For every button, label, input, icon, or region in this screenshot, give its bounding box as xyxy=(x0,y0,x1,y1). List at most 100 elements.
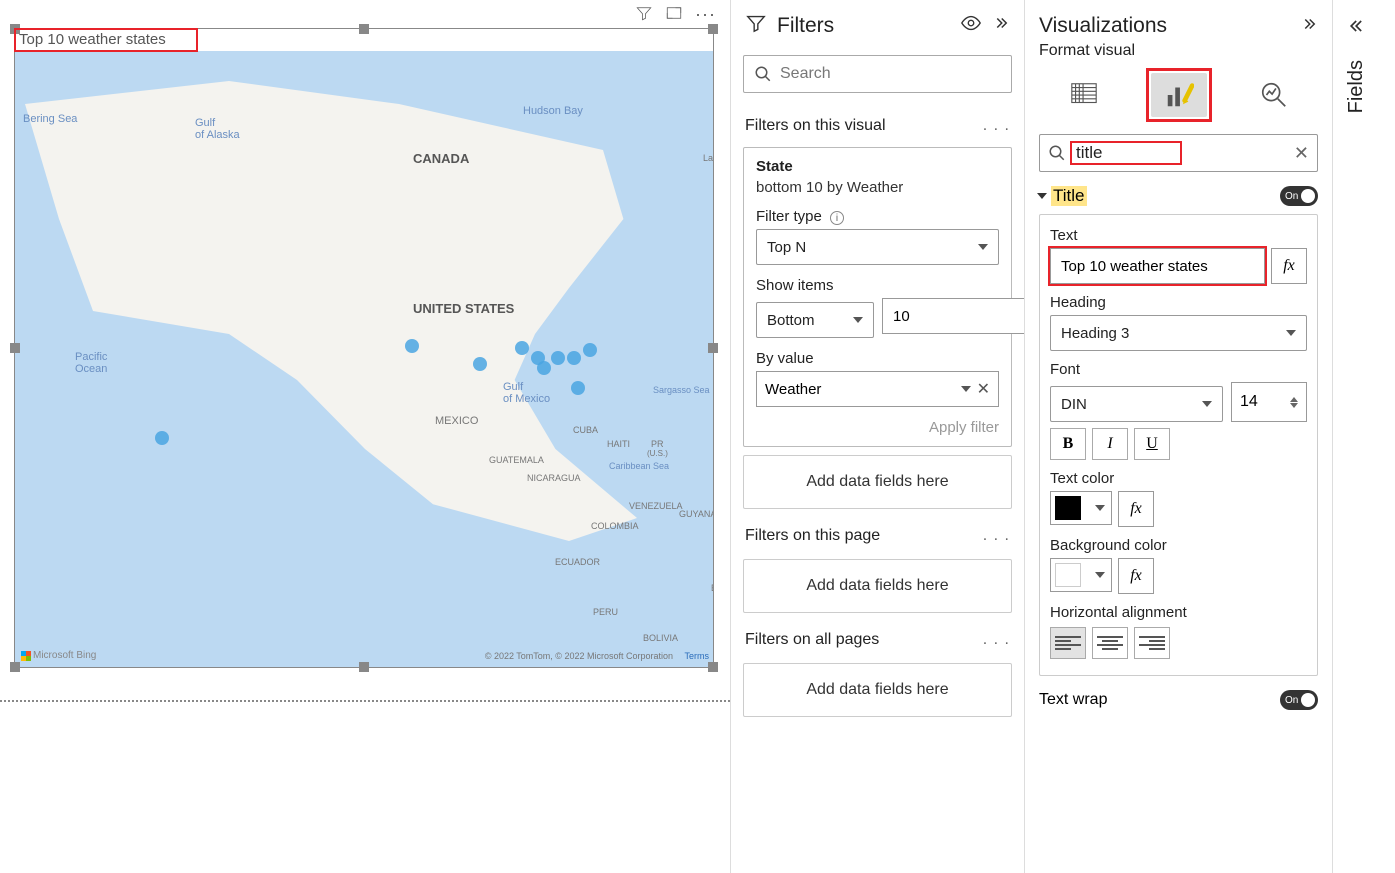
text-wrap-row: Text wrap On xyxy=(1039,690,1318,710)
show-items-count-input[interactable] xyxy=(882,298,1024,334)
visual-title: Top 10 weather states xyxy=(19,31,166,48)
text-wrap-toggle[interactable]: On xyxy=(1280,690,1318,710)
format-visual-tab[interactable] xyxy=(1151,73,1207,117)
resize-handle[interactable] xyxy=(708,343,718,353)
filters-search-input[interactable]: Search xyxy=(743,55,1012,93)
resize-handle[interactable] xyxy=(10,343,20,353)
title-section-header[interactable]: Title On xyxy=(1039,186,1318,206)
filter-card-state[interactable]: State bottom 10 by Weather Filter type i… xyxy=(743,147,1012,447)
search-placeholder: Search xyxy=(780,65,831,83)
font-size-input[interactable]: 14 xyxy=(1231,382,1307,422)
map-visual[interactable]: Top 10 weather states Bering Sea Gulf of… xyxy=(14,28,714,668)
title-section-label: Title xyxy=(1051,186,1087,206)
resize-handle[interactable] xyxy=(359,662,369,672)
resize-handle[interactable] xyxy=(708,662,718,672)
resize-handle[interactable] xyxy=(359,24,369,34)
remove-field-icon[interactable]: ✕ xyxy=(977,379,990,399)
filters-on-all-pages-header[interactable]: Filters on all pages . . . xyxy=(731,621,1024,655)
italic-button[interactable]: I xyxy=(1092,428,1128,460)
text-wrap-label: Text wrap xyxy=(1039,691,1107,709)
align-center-button[interactable] xyxy=(1092,627,1128,659)
map-data-point[interactable] xyxy=(571,381,585,395)
filters-pane: Filters Search Filters on this visual . … xyxy=(730,0,1024,873)
title-toggle[interactable]: On xyxy=(1280,186,1318,206)
title-properties-card: Text Top 10 weather states fx Heading He… xyxy=(1039,214,1318,676)
bold-button[interactable]: B xyxy=(1050,428,1086,460)
align-left-button[interactable] xyxy=(1050,627,1086,659)
by-value-label: By value xyxy=(756,350,999,367)
clear-search-icon[interactable]: ✕ xyxy=(1294,143,1309,164)
filter-field-name: State xyxy=(756,158,999,175)
label-ecuador: ECUADOR xyxy=(555,557,600,567)
chevron-down-icon[interactable] xyxy=(961,386,971,392)
label-gulf-alaska: Gulf of Alaska xyxy=(195,117,240,141)
section-more-icon[interactable]: . . . xyxy=(983,631,1010,649)
filter-type-select[interactable]: Top N xyxy=(756,229,999,265)
map-data-point[interactable] xyxy=(583,343,597,357)
collapse-pane-icon[interactable] xyxy=(1300,15,1318,38)
map-data-point[interactable] xyxy=(155,431,169,445)
by-value-field-well[interactable]: Weather ✕ xyxy=(756,371,999,407)
visualizations-pane: Visualizations Format visual title ✕ Tit… xyxy=(1024,0,1332,873)
map-data-point[interactable] xyxy=(551,351,565,365)
fields-label[interactable]: Fields xyxy=(1345,60,1368,113)
apply-filter-button[interactable]: Apply filter xyxy=(756,419,999,436)
visual-filter-field-well[interactable]: Add data fields here xyxy=(743,455,1012,509)
label-mexico: MEXICO xyxy=(435,415,478,427)
section-more-icon[interactable]: . . . xyxy=(983,117,1010,135)
eye-icon[interactable] xyxy=(960,12,982,39)
info-icon[interactable]: i xyxy=(830,211,844,225)
map-data-point[interactable] xyxy=(473,357,487,371)
format-tabs xyxy=(1039,68,1318,122)
label-sargasso: Sargasso Sea xyxy=(653,385,710,395)
bing-attribution: Microsoft Bing xyxy=(21,650,96,661)
spinner-icon[interactable] xyxy=(1290,397,1298,408)
map-body[interactable]: Bering Sea Gulf of Alaska Hudson Bay Pac… xyxy=(15,51,713,667)
viz-subheader: Format visual xyxy=(1039,42,1318,60)
expand-pane-icon[interactable] xyxy=(1347,16,1367,41)
heading-label: Heading xyxy=(1050,294,1307,311)
map-data-point[interactable] xyxy=(515,341,529,355)
chevron-down-icon xyxy=(853,317,863,323)
map-terms-link[interactable]: Terms xyxy=(685,651,710,661)
chevron-down-icon xyxy=(1095,572,1105,578)
label-gulf-mexico: Gulf of Mexico xyxy=(503,381,550,405)
section-more-icon[interactable]: . . . xyxy=(983,527,1010,545)
landmass xyxy=(25,81,705,541)
resize-handle[interactable] xyxy=(10,24,20,34)
label-bolivia: BOLIVIA xyxy=(643,633,678,643)
resize-handle[interactable] xyxy=(708,24,718,34)
text-color-fx-button[interactable]: fx xyxy=(1118,491,1154,527)
title-text-input[interactable]: Top 10 weather states xyxy=(1050,248,1265,284)
underline-button[interactable]: U xyxy=(1134,428,1170,460)
bg-color-fx-button[interactable]: fx xyxy=(1118,558,1154,594)
focus-mode-icon[interactable] xyxy=(665,4,683,27)
filters-on-visual-header[interactable]: Filters on this visual . . . xyxy=(731,107,1024,141)
filters-header: Filters xyxy=(731,0,1024,47)
align-right-button[interactable] xyxy=(1134,627,1170,659)
show-items-direction-select[interactable]: Bottom xyxy=(756,302,874,338)
build-visual-tab[interactable] xyxy=(1056,73,1112,117)
heading-select[interactable]: Heading 3 xyxy=(1050,315,1307,351)
font-family-select[interactable]: DIN xyxy=(1050,386,1223,422)
text-color-picker[interactable] xyxy=(1050,491,1112,525)
label-bering-sea: Bering Sea xyxy=(23,113,77,125)
report-filter-field-well[interactable]: Add data fields here xyxy=(743,663,1012,717)
map-data-point[interactable] xyxy=(567,351,581,365)
bg-color-picker[interactable] xyxy=(1050,558,1112,592)
chevron-down-icon xyxy=(1202,401,1212,407)
filter-icon[interactable] xyxy=(635,4,653,27)
label-us: UNITED STATES xyxy=(413,301,514,316)
map-data-point[interactable] xyxy=(405,339,419,353)
font-label: Font xyxy=(1050,361,1307,378)
collapse-pane-icon[interactable] xyxy=(992,14,1010,37)
map-data-point[interactable] xyxy=(537,361,551,375)
analytics-tab[interactable] xyxy=(1246,73,1302,117)
label-labrador: Labra xyxy=(703,153,713,163)
title-text-fx-button[interactable]: fx xyxy=(1271,248,1307,284)
filters-on-page-header[interactable]: Filters on this page . . . xyxy=(731,517,1024,551)
resize-handle[interactable] xyxy=(10,662,20,672)
format-search-input[interactable]: title ✕ xyxy=(1039,134,1318,172)
page-filter-field-well[interactable]: Add data fields here xyxy=(743,559,1012,613)
label-guyana: GUYANA xyxy=(679,509,713,519)
